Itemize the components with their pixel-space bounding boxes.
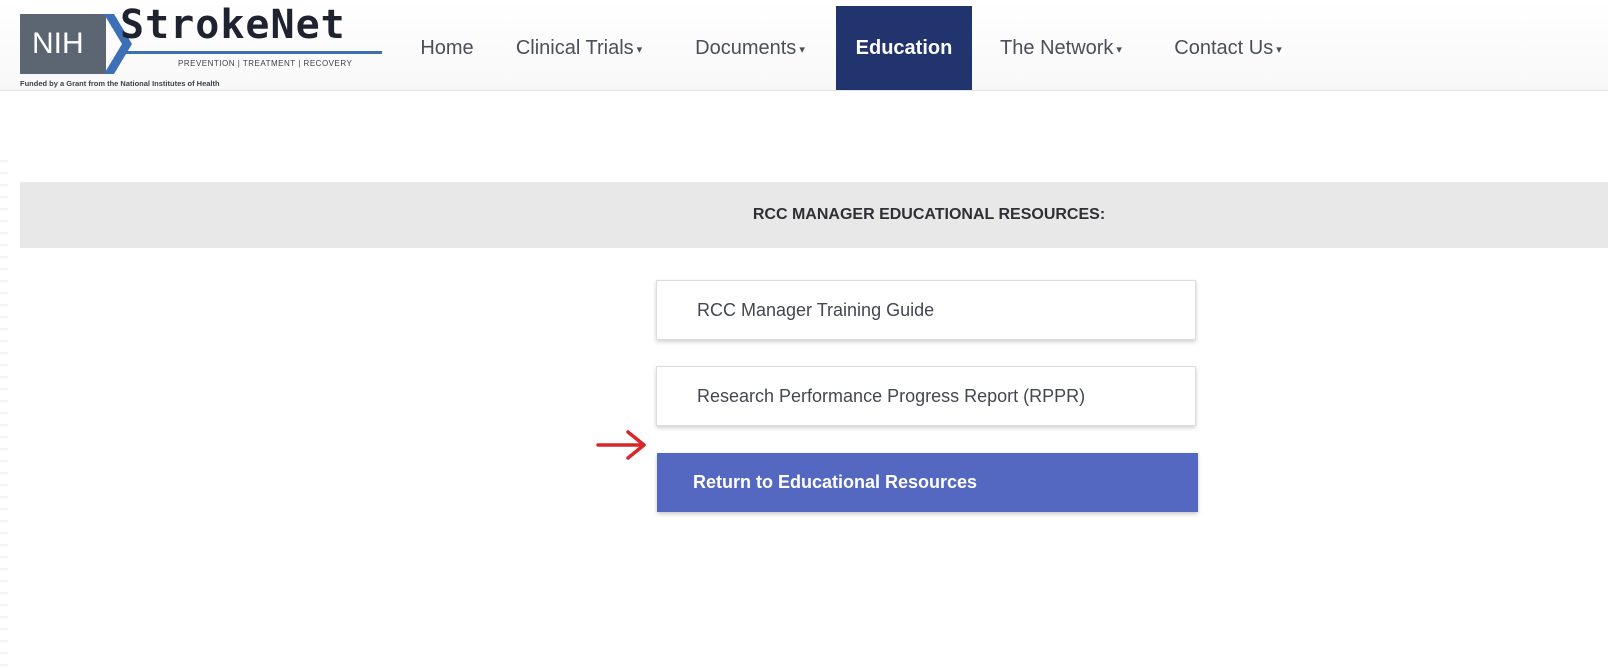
page-edge-decoration [0, 150, 8, 670]
caret-down-icon: ▾ [1276, 43, 1282, 56]
nav-clinical-trials[interactable]: Clinical Trials ▾ [503, 6, 655, 90]
nav-home[interactable]: Home [405, 6, 489, 90]
nav-clinical-trials-label: Clinical Trials [515, 36, 634, 59]
nav-the-network-label: The Network [1000, 36, 1114, 59]
return-to-educational-resources-button[interactable]: Return to Educational Resources [657, 453, 1198, 512]
section-title: RCC MANAGER EDUCATIONAL RESOURCES: [752, 206, 1106, 223]
nav-contact-us[interactable]: Contact Us ▾ [1160, 6, 1296, 90]
logo-nih-box: NIH [20, 14, 106, 74]
nav-documents[interactable]: Documents ▾ [680, 6, 820, 90]
top-navbar: NIH StrokeNet PREVENTION | TREATMENT | R… [0, 0, 1608, 91]
rppr-link[interactable]: Research Performance Progress Report (RP… [656, 366, 1196, 426]
nav-education[interactable]: Education [836, 6, 972, 90]
nav-contact-us-label: Contact Us [1174, 36, 1274, 59]
nav-the-network[interactable]: The Network ▾ [986, 6, 1136, 90]
logo-rule [120, 51, 382, 54]
logo-funded-text: Funded by a Grant from the National Inst… [20, 79, 220, 88]
nav-education-label: Education [855, 36, 953, 59]
nav-documents-label: Documents [695, 36, 797, 59]
caret-down-icon: ▾ [636, 43, 643, 56]
red-right-arrow-icon [596, 430, 646, 460]
caret-down-icon: ▾ [1116, 43, 1122, 56]
caret-down-icon: ▾ [799, 43, 805, 56]
nav-home-label: Home [420, 36, 474, 59]
training-guide-label: RCC Manager Training Guide [697, 299, 935, 320]
section-header-bar: RCC MANAGER EDUCATIONAL RESOURCES: [20, 182, 1608, 248]
return-button-label: Return to Educational Resources [693, 472, 978, 492]
nih-strokenet-logo[interactable]: NIH StrokeNet PREVENTION | TREATMENT | R… [20, 2, 382, 90]
logo-title: StrokeNet [120, 2, 346, 48]
rppr-label: Research Performance Progress Report (RP… [697, 385, 1086, 406]
page: NIH StrokeNet PREVENTION | TREATMENT | R… [0, 0, 1608, 672]
logo-nih-text: NIH [32, 27, 84, 60]
logo-tagline: PREVENTION | TREATMENT | RECOVERY [178, 59, 353, 68]
rcc-manager-training-guide-link[interactable]: RCC Manager Training Guide [656, 280, 1196, 340]
